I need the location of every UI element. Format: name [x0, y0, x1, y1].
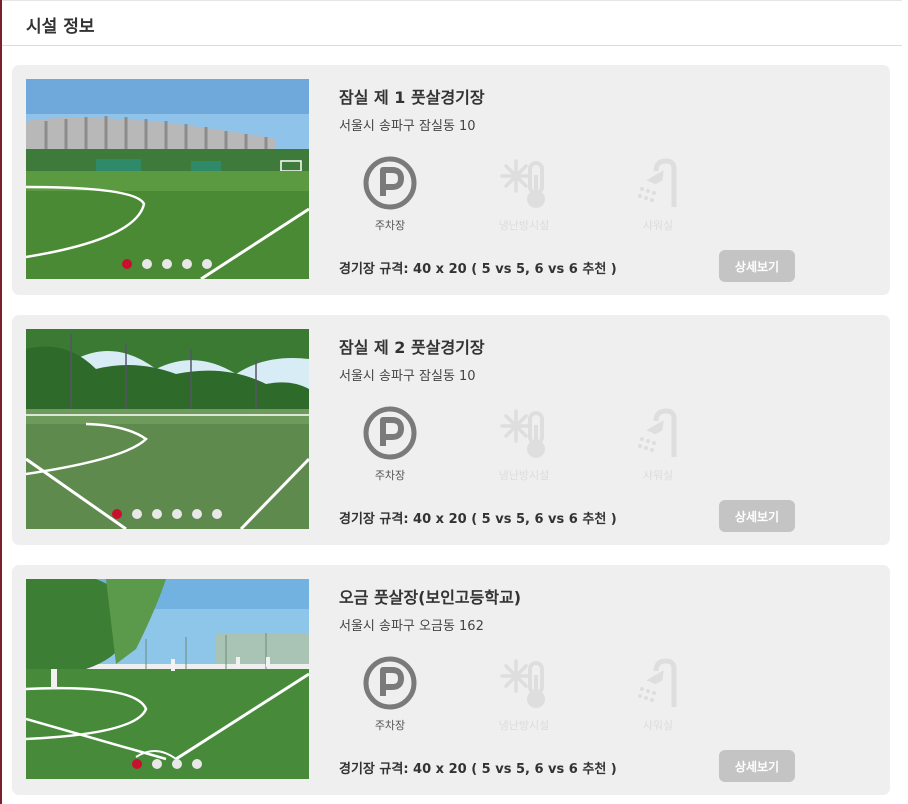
parking-icon: [363, 656, 417, 710]
slider-dot[interactable]: [192, 759, 202, 769]
amenity-climate-control: 냉난방시설: [484, 655, 564, 733]
amenity-parking: 주차장: [350, 155, 430, 233]
facility-card: 잠실 제 1 풋살경기장 서울시 송파구 잠실동 10 주차장 냉난방시설 샤워…: [12, 65, 890, 295]
slider-dots: [122, 259, 212, 269]
slider-dots: [132, 759, 202, 769]
field-photo: [26, 329, 309, 529]
facility-address: 서울시 송파구 잠실동 10: [339, 119, 476, 134]
facility-address: 서울시 송파구 오금동 162: [339, 619, 484, 634]
amenity-label: 냉난방시설: [498, 719, 550, 732]
facility-photo-slider[interactable]: [26, 329, 309, 529]
facility-photo-slider[interactable]: [26, 579, 309, 779]
amenity-parking: 주차장: [350, 405, 430, 483]
facility-name: 잠실 제 1 풋살경기장: [339, 88, 485, 107]
facility-card: 오금 풋살장(보인고등학교) 서울시 송파구 오금동 162 주차장 냉난방시설: [12, 565, 890, 795]
shower-icon: [638, 658, 677, 707]
facility-name: 오금 풋살장(보인고등학교): [339, 588, 522, 607]
slider-dot[interactable]: [172, 759, 182, 769]
amenity-label: 샤워실: [642, 469, 674, 482]
amenity-label: 냉난방시설: [498, 469, 550, 482]
slider-dot[interactable]: [142, 259, 152, 269]
parking-icon: [363, 156, 417, 210]
slider-dot[interactable]: [132, 759, 142, 769]
slider-dot[interactable]: [162, 259, 172, 269]
page-title: 시설 정보: [26, 17, 95, 37]
amenity-label: 주차장: [374, 469, 406, 482]
climate-control-icon: [500, 159, 545, 208]
school-field-photo: [26, 579, 309, 779]
facility-card: 잠실 제 2 풋살경기장 서울시 송파구 잠실동 10 주차장 냉난방시설 샤워…: [12, 315, 890, 545]
field-spec: 경기장 규격: 40 x 20 ( 5 vs 5, 6 vs 6 추천 ): [339, 512, 617, 527]
left-edge-line: [0, 0, 2, 804]
facility-address: 서울시 송파구 잠실동 10: [339, 369, 476, 384]
field-spec: 경기장 규격: 40 x 20 ( 5 vs 5, 6 vs 6 추천 ): [339, 762, 617, 777]
amenity-label: 주차장: [374, 719, 406, 732]
slider-dot[interactable]: [112, 509, 122, 519]
detail-button[interactable]: 상세보기: [719, 750, 795, 782]
slider-dot[interactable]: [132, 509, 142, 519]
detail-button[interactable]: 상세보기: [719, 500, 795, 532]
slider-dot[interactable]: [182, 259, 192, 269]
stadium-photo: [26, 79, 309, 279]
detail-button[interactable]: 상세보기: [719, 250, 795, 282]
field-spec: 경기장 규격: 40 x 20 ( 5 vs 5, 6 vs 6 추천 ): [339, 262, 617, 277]
shower-icon: [638, 158, 677, 207]
amenity-shower: 샤워실: [618, 405, 698, 483]
facility-name: 잠실 제 2 풋살경기장: [339, 338, 485, 357]
parking-icon: [363, 406, 417, 460]
amenity-shower: 샤워실: [618, 155, 698, 233]
amenity-shower: 샤워실: [618, 655, 698, 733]
facility-photo-slider[interactable]: [26, 79, 309, 279]
amenity-climate-control: 냉난방시설: [484, 155, 564, 233]
amenity-label: 냉난방시설: [498, 219, 550, 232]
climate-control-icon: [500, 409, 545, 458]
amenity-label: 주차장: [374, 219, 406, 232]
slider-dot[interactable]: [172, 509, 182, 519]
slider-dot[interactable]: [202, 259, 212, 269]
slider-dots: [112, 509, 222, 519]
amenity-parking: 주차장: [350, 655, 430, 733]
section-header: 시설 정보: [2, 0, 902, 46]
slider-dot[interactable]: [152, 759, 162, 769]
slider-dot[interactable]: [152, 509, 162, 519]
shower-icon: [638, 408, 677, 457]
amenity-climate-control: 냉난방시설: [484, 405, 564, 483]
amenity-label: 샤워실: [642, 719, 674, 732]
slider-dot[interactable]: [192, 509, 202, 519]
slider-dot[interactable]: [212, 509, 222, 519]
slider-dot[interactable]: [122, 259, 132, 269]
climate-control-icon: [500, 659, 545, 708]
amenity-label: 샤워실: [642, 219, 674, 232]
